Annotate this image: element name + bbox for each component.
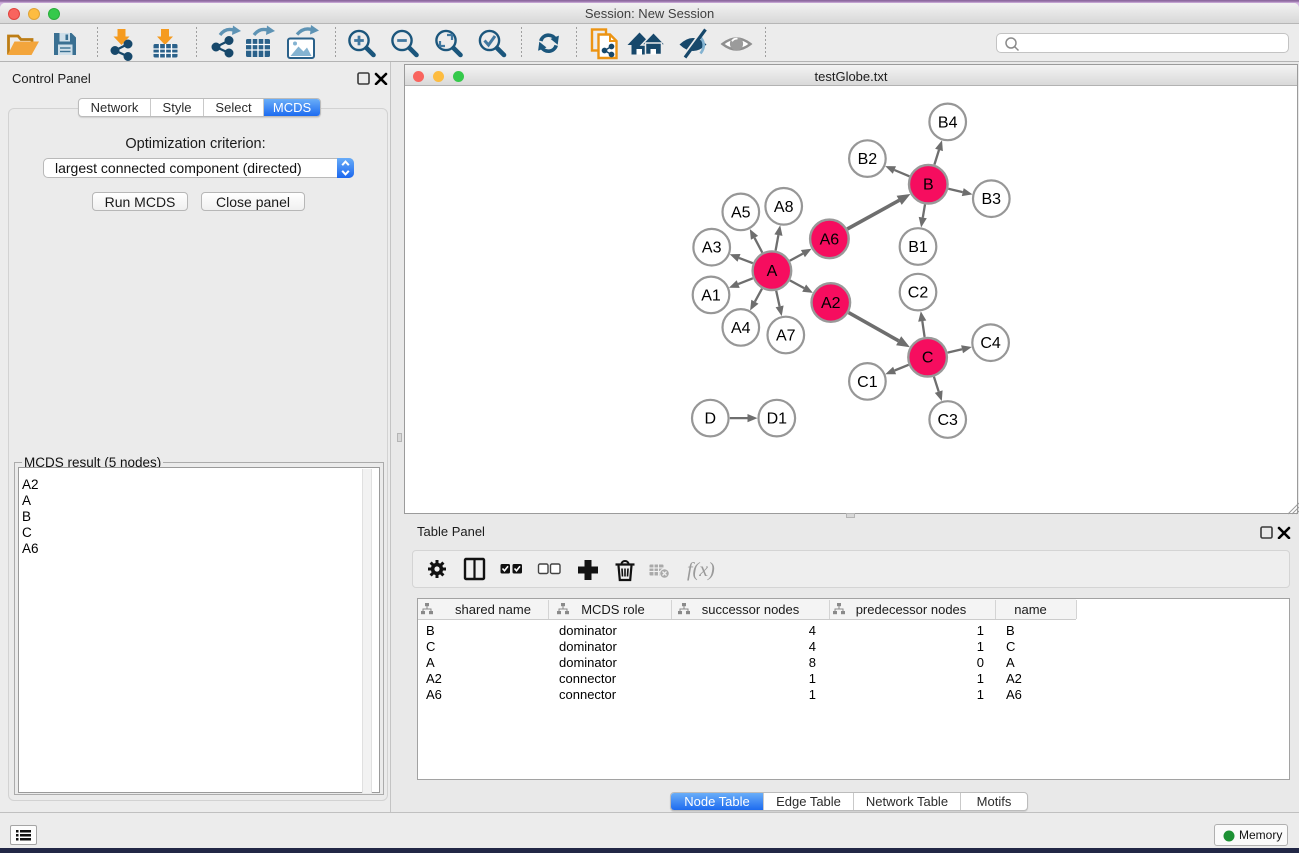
svg-text:B2: B2 [858, 151, 878, 168]
svg-text:B3: B3 [982, 191, 1002, 208]
svg-text:A1: A1 [701, 287, 721, 304]
svg-text:C: C [922, 350, 934, 367]
svg-text:A7: A7 [776, 328, 796, 345]
svg-text:A6: A6 [820, 231, 840, 248]
svg-text:D: D [705, 411, 717, 428]
svg-text:C4: C4 [980, 335, 1001, 352]
svg-text:B: B [923, 177, 934, 194]
svg-text:C2: C2 [908, 285, 929, 302]
svg-text:D1: D1 [767, 411, 788, 428]
svg-text:A8: A8 [774, 199, 794, 216]
svg-text:C1: C1 [857, 374, 878, 391]
svg-text:A3: A3 [702, 240, 722, 257]
svg-text:A2: A2 [821, 295, 841, 312]
svg-text:C3: C3 [937, 412, 958, 429]
svg-text:A4: A4 [731, 320, 751, 337]
svg-text:A5: A5 [731, 204, 751, 221]
svg-text:A: A [767, 263, 778, 280]
svg-text:f(x): f(x) [687, 559, 715, 581]
svg-text:B1: B1 [908, 239, 928, 256]
svg-text:B4: B4 [938, 114, 958, 131]
